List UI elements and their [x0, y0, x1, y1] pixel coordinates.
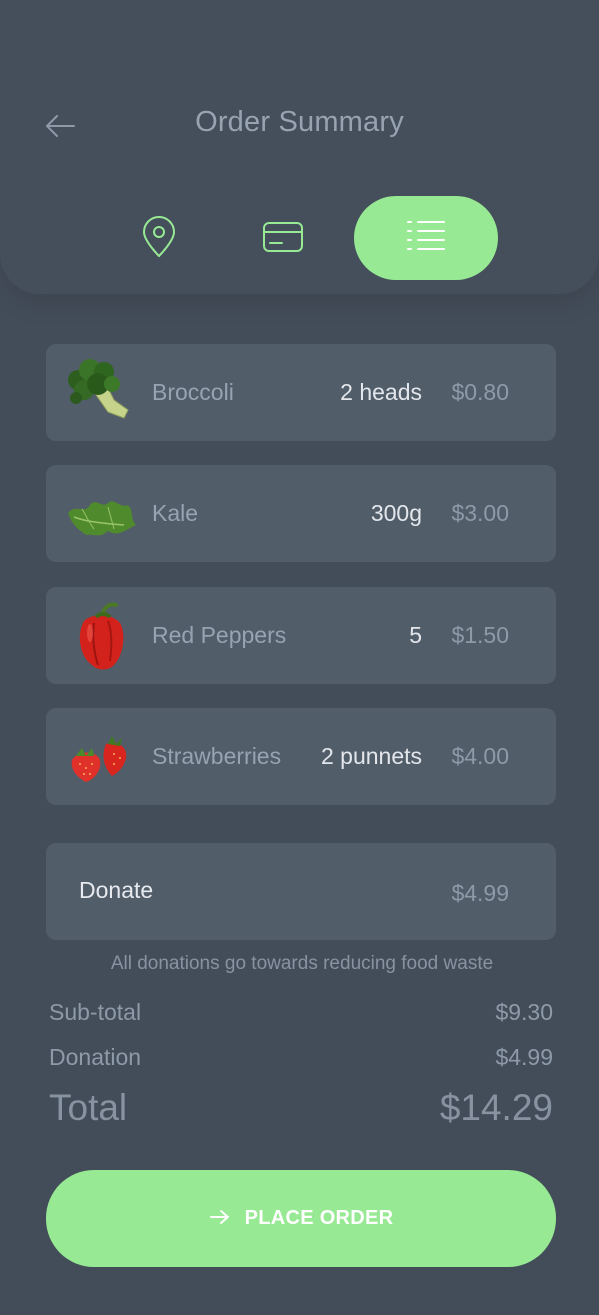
item-price: $0.80: [451, 379, 509, 405]
item-name: Broccoli: [152, 379, 234, 405]
item-quantity: 300g: [370, 500, 422, 526]
broccoli-image: [64, 358, 138, 428]
step-payment-tab[interactable]: [248, 208, 318, 270]
donate-label: Donate: [79, 877, 154, 903]
donation-label: Donation: [49, 1044, 142, 1070]
list-item[interactable]: Strawberries 2 punnets $4.00: [46, 708, 556, 805]
item-quantity: 2 heads: [340, 379, 422, 405]
page-title: Order Summary: [195, 106, 404, 138]
step-location-tab[interactable]: [124, 208, 194, 270]
place-order-label: PLACE ORDER: [244, 1207, 394, 1229]
item-name: Strawberries: [152, 743, 282, 769]
list-item[interactable]: Kale 300g $3.00: [46, 465, 556, 562]
kale-image: [64, 479, 138, 549]
item-name: Kale: [152, 500, 199, 526]
arrow-right-icon: [209, 1209, 231, 1228]
donate-card[interactable]: Donate $4.99: [46, 843, 556, 940]
donate-amount: $4.99: [451, 880, 509, 906]
subtotal-value: $9.30: [495, 999, 553, 1025]
item-name: Red Peppers: [152, 622, 287, 648]
subtotal-label: Sub-total: [49, 999, 142, 1025]
item-quantity: 2 punnets: [320, 743, 422, 769]
total-label: Total: [49, 1087, 128, 1128]
red-pepper-image: [64, 601, 138, 671]
step-summary-tab[interactable]: [354, 196, 498, 280]
item-price: $3.00: [451, 500, 509, 526]
item-price: $4.00: [451, 743, 509, 769]
donation-value: $4.99: [495, 1044, 553, 1070]
credit-card-icon: [262, 220, 304, 259]
map-pin-icon: [139, 215, 179, 264]
list-item[interactable]: Red Peppers 5 $1.50: [46, 587, 556, 684]
item-quantity: 5: [409, 622, 422, 648]
strawberry-image: [64, 722, 138, 792]
list-icon: [406, 219, 446, 258]
total-value: $14.29: [439, 1087, 553, 1128]
donation-note: All donations go towards reducing food w…: [110, 953, 494, 974]
place-order-button[interactable]: PLACE ORDER: [46, 1170, 556, 1267]
item-price: $1.50: [451, 622, 509, 648]
list-item[interactable]: Broccoli 2 heads $0.80: [46, 344, 556, 441]
